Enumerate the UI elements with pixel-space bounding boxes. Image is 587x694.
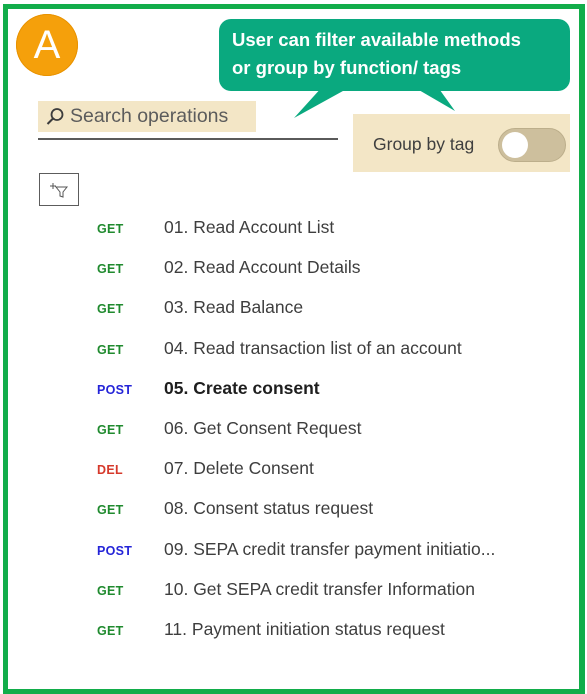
- operation-item[interactable]: GET 10. Get SEPA credit transfer Informat…: [0, 578, 560, 606]
- operation-label: 10. Get SEPA credit transfer Information: [164, 578, 475, 599]
- section-badge: A: [16, 14, 78, 76]
- group-by-tag-toggle[interactable]: [498, 128, 566, 162]
- operation-item[interactable]: GET 11. Payment initiation status request: [0, 618, 560, 646]
- search-underline: [38, 138, 338, 140]
- operation-item[interactable]: DEL 07. Delete Consent: [0, 457, 560, 485]
- operation-label: 05. Create consent: [164, 377, 320, 398]
- operation-label: 06. Get Consent Request: [164, 418, 362, 438]
- group-by-tag-label: Group by tag: [373, 134, 475, 154]
- search-input[interactable]: [66, 105, 246, 128]
- badge-letter: A: [33, 23, 61, 67]
- add-filter-button[interactable]: [39, 173, 79, 206]
- operation-item[interactable]: GET 04. Read transaction list of an accou…: [0, 337, 560, 365]
- operation-label: 03. Read Balance: [164, 297, 304, 318]
- callout-line-1: User can filter available methods: [232, 29, 521, 50]
- http-method-badge: GET: [97, 222, 124, 236]
- add-filter-icon: [50, 183, 69, 198]
- http-method-badge: POST: [97, 382, 133, 397]
- operation-label: 01. Read Account List: [164, 217, 335, 237]
- http-method-badge: POST: [97, 543, 133, 558]
- http-method-badge: GET: [97, 262, 124, 277]
- http-method-badge: DEL: [97, 463, 123, 478]
- operation-label: 08. Consent status request: [164, 498, 374, 519]
- http-method-badge: GET: [97, 503, 124, 518]
- http-method-badge: GET: [97, 624, 124, 638]
- search-box[interactable]: [38, 101, 256, 132]
- operation-label: 04. Read transaction list of an account: [164, 337, 462, 358]
- callout-annotation: User can filter available methods or gro…: [219, 19, 570, 91]
- operation-item[interactable]: POST 05. Create consent: [0, 377, 560, 405]
- http-method-badge: GET: [97, 583, 124, 598]
- http-method-badge: GET: [97, 423, 124, 437]
- toggle-knob: [502, 132, 528, 158]
- operation-item[interactable]: GET 01. Read Account List: [0, 216, 560, 244]
- operation-item[interactable]: GET 08. Consent status request: [0, 497, 560, 525]
- operation-label: 02. Read Account Details: [164, 257, 361, 278]
- operation-label: 07. Delete Consent: [164, 458, 314, 479]
- operation-item[interactable]: GET 03. Read Balance: [0, 296, 560, 324]
- operation-item[interactable]: POST 09. SEPA credit transfer payment ini…: [0, 538, 560, 566]
- group-by-tag-control: Group by tag: [353, 114, 570, 172]
- operation-label: 11. Payment initiation status request: [164, 619, 445, 639]
- http-method-badge: GET: [97, 342, 124, 357]
- http-method-badge: GET: [97, 302, 124, 317]
- operation-label: 09. SEPA credit transfer payment initiat…: [164, 538, 496, 559]
- search-icon: [46, 107, 64, 125]
- callout-line-2: or group by function/ tags: [232, 57, 462, 78]
- operation-item[interactable]: GET 02. Read Account Details: [0, 256, 560, 284]
- operation-item[interactable]: GET 06. Get Consent Request: [0, 417, 560, 445]
